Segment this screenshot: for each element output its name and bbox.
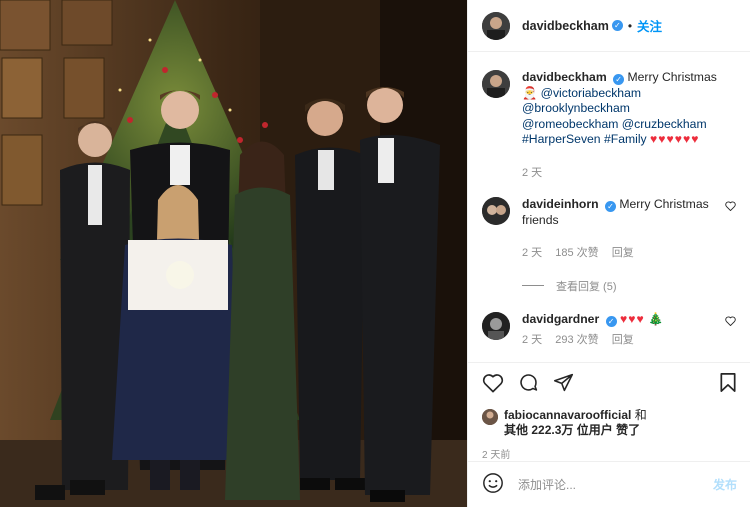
verified-badge-icon: ✓	[611, 20, 623, 31]
likes-others-prefix: 其他	[504, 423, 529, 437]
action-icons-row	[482, 369, 737, 399]
separator-dot: •	[627, 18, 633, 33]
hashtag-family[interactable]: #Family	[604, 132, 647, 146]
likes-suffix: 位用户 赞了	[576, 423, 641, 437]
comment-meta: 2 天 185 次赞 回复	[522, 246, 724, 262]
heart-icon[interactable]	[482, 373, 504, 396]
comment-body: davidgardner ✓ ♥♥♥ 🎄 2 天 293 次赞 回复	[522, 312, 736, 349]
red-hearts-emoji: ♥♥♥♥♥♥	[650, 132, 700, 146]
comment-icon[interactable]	[518, 372, 539, 396]
reply-button[interactable]: 回复	[612, 247, 634, 259]
mention-romeo[interactable]: @romeobeckham	[522, 117, 618, 131]
add-comment-bar: 发布	[468, 461, 750, 507]
post-comment-button[interactable]: 发布	[713, 476, 737, 493]
author-avatar[interactable]	[482, 11, 510, 40]
follow-button[interactable]: 关注	[637, 16, 662, 35]
mention-victoria[interactable]: @victoriabeckham	[541, 86, 641, 100]
comment-likes[interactable]: 185 次赞	[555, 247, 598, 259]
comment-item: davidgardner ✓ ♥♥♥ 🎄 2 天 293 次赞 回复	[482, 311, 736, 349]
verified-badge-icon: ✓	[613, 74, 625, 85]
comment-meta: 2 天 293 次赞 回复	[522, 333, 724, 349]
commenter-avatar[interactable]	[482, 197, 510, 225]
post-actions: fabiocannavaroofficial 和 其他 222.3万 位用户 赞…	[468, 362, 750, 461]
red-hearts-emoji: ♥♥♥	[620, 311, 645, 326]
share-icon[interactable]	[553, 372, 574, 396]
likes-summary[interactable]: fabiocannavaroofficial 和 其他 222.3万 位用户 赞…	[482, 408, 737, 438]
post-detail-panel: davidbeckham ✓ • 关注 davidbeckham ✓ Merry…	[467, 0, 750, 507]
verified-badge-icon: ✓	[605, 315, 617, 327]
comment-body: davideinhorn ✓ Merry Christmas friends 2…	[522, 197, 736, 262]
comment-item: davideinhorn ✓ Merry Christmas friends 2…	[482, 197, 736, 262]
author-username[interactable]: davidbeckham	[522, 19, 609, 33]
post-timestamp: 2 天前	[482, 450, 511, 461]
christmas-tree-emoji: 🎄	[648, 311, 664, 326]
liker-username[interactable]: fabiocannavaroofficial	[504, 408, 631, 422]
comments-list[interactable]: davidbeckham ✓ Merry Christmas 🎅 @victor…	[468, 52, 750, 352]
comment-input[interactable]	[518, 477, 713, 492]
comment-time: 2 天	[522, 247, 543, 259]
reply-button[interactable]: 回复	[612, 334, 634, 346]
verified-badge-icon: ✓	[604, 201, 616, 212]
caption-avatar[interactable]	[482, 70, 510, 98]
likes-text: fabiocannavaroofficial 和 其他 222.3万 位用户 赞…	[504, 408, 647, 438]
caption-body: davidbeckham ✓ Merry Christmas 🎅 @victor…	[522, 70, 736, 181]
mention-cruz[interactable]: @cruzbeckham	[622, 117, 707, 131]
replies-divider-line	[522, 285, 544, 286]
comment-likes[interactable]: 293 次赞	[555, 334, 598, 346]
comment-time: 2 天	[522, 334, 543, 346]
commenter-avatar[interactable]	[482, 311, 510, 340]
view-replies-button[interactable]: 查看回复 (5)	[522, 278, 736, 294]
comment-like-heart-icon[interactable]	[725, 201, 736, 214]
family-christmas-photo	[0, 0, 467, 507]
post-header: davidbeckham ✓ • 关注	[468, 0, 750, 52]
likes-count[interactable]: 222.3万	[531, 423, 573, 437]
post-photo[interactable]	[0, 0, 467, 507]
comment-username[interactable]: davidgardner	[522, 312, 599, 326]
liker-avatar[interactable]	[482, 409, 498, 425]
likes-and: 和	[634, 408, 647, 422]
comment-username[interactable]: davideinhorn	[522, 197, 599, 211]
caption-time: 2 天	[522, 166, 543, 179]
hashtag-harperseven[interactable]: #HarperSeven	[522, 132, 601, 146]
comment-like-heart-icon[interactable]	[725, 315, 736, 329]
emoji-icon[interactable]	[482, 472, 504, 497]
caption: davidbeckham ✓ Merry Christmas 🎅 @victor…	[482, 70, 736, 181]
caption-username[interactable]: davidbeckham	[522, 70, 607, 84]
bookmark-icon[interactable]	[719, 372, 737, 396]
mention-brooklyn[interactable]: @brooklynbeckham	[522, 101, 630, 115]
